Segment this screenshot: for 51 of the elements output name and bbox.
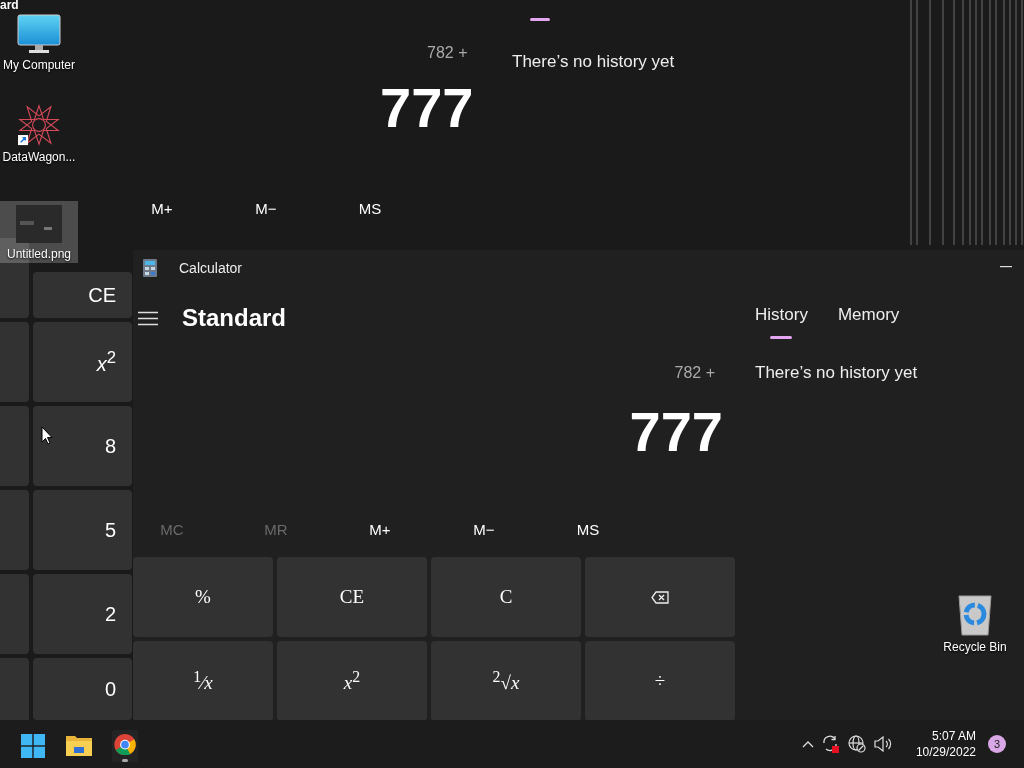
sync-icon[interactable]	[821, 735, 840, 753]
tab-indicator	[530, 18, 550, 21]
calculator-key[interactable]: CE	[33, 272, 132, 318]
globe-icon[interactable]	[847, 735, 866, 753]
memory-button[interactable]: MS	[318, 200, 422, 217]
clock-time[interactable]: 5:07 AM	[931, 728, 976, 744]
panel-tab[interactable]: History	[755, 305, 808, 339]
menu-icon[interactable]	[138, 310, 158, 326]
expression-text: 782 +	[673, 364, 716, 382]
calculator-key[interactable]: x$^{2}$	[33, 322, 132, 402]
calculator-key[interactable]: 2	[33, 574, 132, 654]
memory-button[interactable]: M+	[110, 200, 214, 217]
minimize-icon[interactable]	[1000, 266, 1012, 268]
browser-icon[interactable]	[112, 730, 138, 762]
panel-tab[interactable]: Memory	[837, 305, 900, 339]
recycle-bin-icon	[957, 594, 993, 636]
backspace-icon	[651, 590, 669, 604]
desktop-icon[interactable]: DataWagon...	[0, 104, 78, 166]
memory-button[interactable]: M+	[341, 514, 419, 544]
memory-button[interactable]: M−	[445, 514, 523, 544]
calculator-key[interactable]: 5	[33, 490, 132, 570]
calculator-icon	[143, 258, 157, 277]
memory-button[interactable]: M−	[214, 200, 318, 217]
history-empty-text: There’s no history yet	[755, 363, 918, 383]
monitor-icon	[17, 14, 61, 54]
clock-date[interactable]: 10/29/2022	[915, 744, 976, 760]
mode-title: ard	[0, 0, 19, 11]
desktop-icon[interactable]: Untitled.png	[0, 201, 78, 263]
result-display: 777	[380, 80, 474, 136]
calculator-key[interactable]: 0	[33, 658, 132, 720]
calculator-key[interactable]: x$^{2}$	[277, 641, 427, 720]
memory-button[interactable]: MS	[549, 514, 627, 544]
calculator-key[interactable]: ÷	[585, 641, 735, 720]
history-empty-text: There’s no history yet	[512, 52, 675, 72]
cursor-icon	[41, 426, 53, 445]
window-title: Calculator	[179, 259, 243, 276]
calculator-key[interactable]: 8	[33, 406, 132, 486]
calculator-key[interactable]: C	[431, 557, 581, 637]
chevron-up-icon[interactable]	[801, 740, 814, 748]
expression-text: 782 +	[427, 44, 468, 62]
mode-title: Standard	[182, 304, 286, 332]
desktop-icon[interactable]: My Computer	[0, 12, 78, 74]
image-thumbnail-icon	[16, 205, 62, 243]
calculator-key[interactable]: %	[133, 557, 273, 637]
notification-badge[interactable]: 3	[988, 735, 1006, 753]
calculator-key[interactable]: $^{1}$⁄x	[133, 641, 273, 720]
calculator-key[interactable]: $^{2}$√x	[431, 641, 581, 720]
calculator-key[interactable]: CE	[277, 557, 427, 637]
result-display: 777	[628, 400, 724, 464]
speaker-icon[interactable]	[873, 736, 894, 752]
star-pattern-icon	[16, 104, 62, 146]
